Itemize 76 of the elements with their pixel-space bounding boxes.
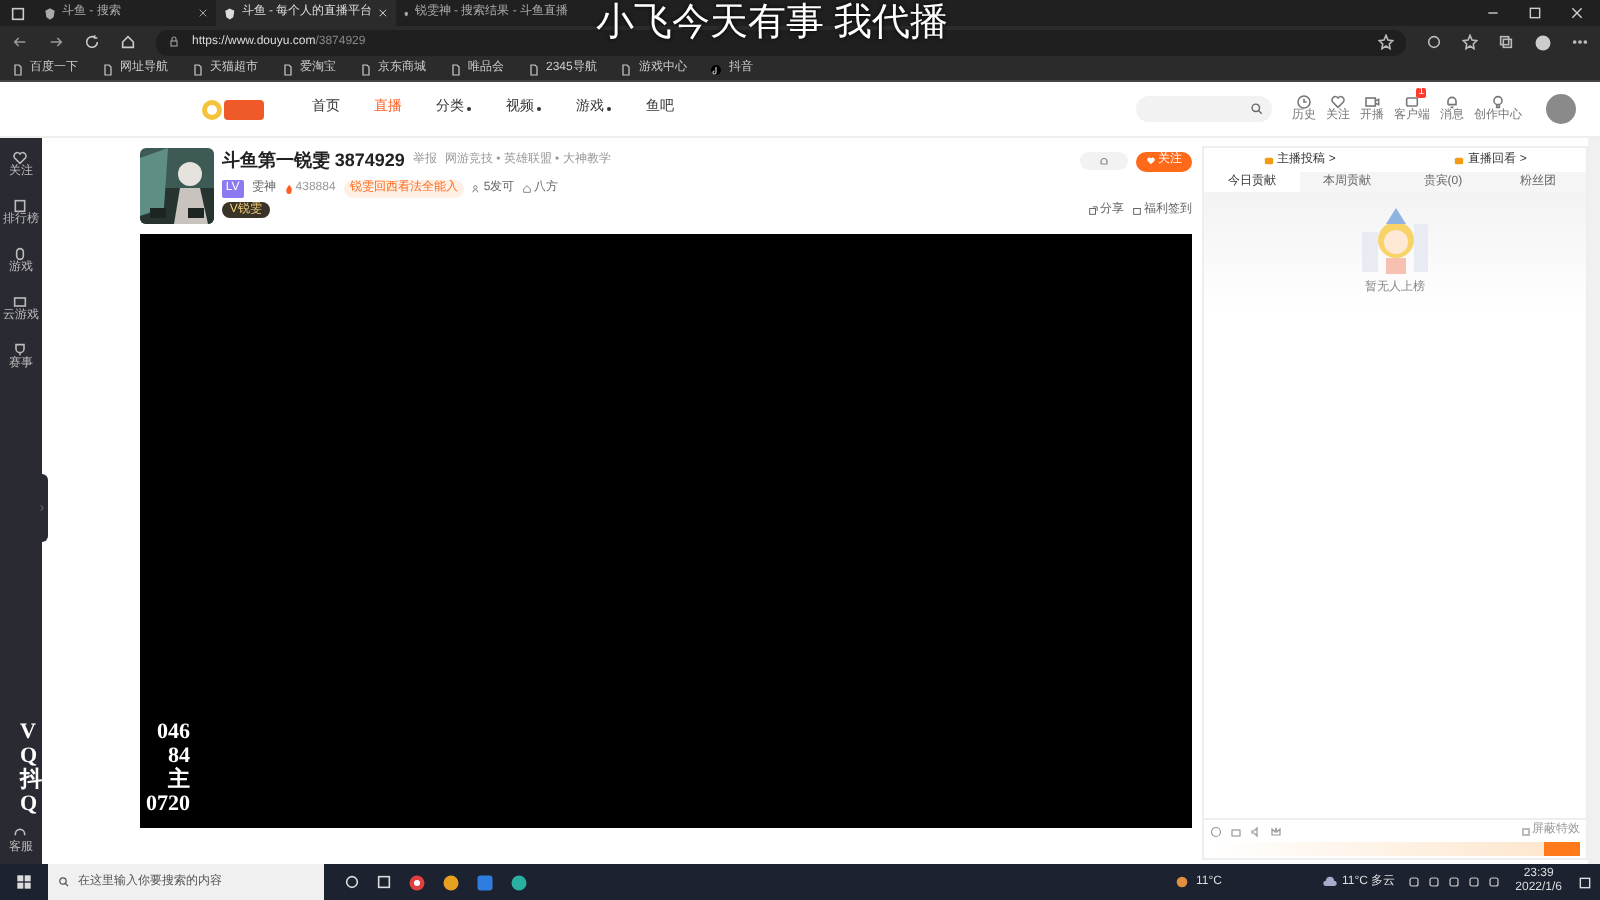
more-icon[interactable] [1572, 34, 1588, 50]
collections-icon[interactable] [1498, 34, 1514, 50]
screen-icon [1404, 94, 1420, 110]
send-button[interactable] [1544, 842, 1581, 856]
shield-icon [44, 7, 56, 19]
maximize-icon[interactable] [1528, 6, 1542, 20]
home-icon [522, 183, 533, 193]
heart-icon [12, 150, 29, 166]
logo-drawing[interactable] [200, 95, 268, 123]
checkbox[interactable] [1522, 827, 1531, 835]
star-icon[interactable] [1378, 34, 1394, 50]
profile-icon[interactable] [1534, 33, 1552, 51]
bulb-icon [1490, 94, 1506, 110]
lock-icon [168, 36, 180, 48]
overlay-text: V [20, 720, 36, 744]
overlay-text: 抖 [20, 768, 42, 792]
refresh-icon[interactable] [84, 34, 100, 50]
page-icon [620, 63, 633, 75]
page-icon [282, 63, 294, 75]
overlay-text: 主 [168, 768, 190, 792]
close-icon[interactable] [1570, 6, 1584, 20]
bell-icon [1444, 94, 1460, 110]
video-icon [1454, 155, 1465, 165]
scrollbar[interactable] [1588, 138, 1600, 864]
windows-icon[interactable] [16, 874, 32, 890]
emoji-icon[interactable] [1210, 825, 1223, 837]
overlay-text: 046 [157, 720, 190, 744]
extension-icon[interactable] [1426, 34, 1442, 50]
task-view-icon[interactable] [344, 874, 360, 890]
page-icon [102, 63, 114, 75]
sun-icon [1174, 874, 1191, 890]
overlay-text: Q [20, 744, 38, 768]
notification-icon[interactable] [1578, 875, 1592, 889]
crown-icon[interactable] [1270, 825, 1283, 837]
share-icon [1088, 205, 1099, 215]
page-icon [528, 63, 540, 75]
edge-icon[interactable] [510, 873, 528, 891]
trophy-icon [12, 342, 29, 358]
flame-icon [283, 183, 294, 193]
chevron-icon [37, 502, 45, 514]
heart-icon [1330, 94, 1346, 110]
overlay-text: Q [20, 792, 38, 816]
minimize-icon[interactable] [1486, 6, 1500, 20]
bell-icon [1098, 155, 1111, 168]
calendar-icon [1132, 205, 1143, 215]
shield-icon [224, 7, 236, 19]
list-icon [12, 198, 29, 214]
upload-icon [1263, 155, 1274, 165]
room-title: 斗鱼第一锐雯 3874929 [221, 148, 405, 174]
avatar[interactable] [1546, 94, 1576, 124]
gamepad-icon [12, 294, 29, 310]
forward-icon[interactable] [48, 34, 64, 50]
search-field[interactable] [1136, 96, 1272, 122]
page-icon [192, 63, 204, 75]
note-icon [710, 63, 723, 75]
overlay-text: 0720 [146, 792, 190, 816]
close-icon[interactable] [198, 8, 208, 18]
speaker-icon[interactable] [1250, 825, 1263, 837]
home-icon[interactable] [120, 34, 136, 50]
overlay-text: 84 [168, 744, 190, 768]
star-icon[interactable] [1462, 34, 1478, 50]
heart-icon [1146, 156, 1157, 167]
page-icon [360, 63, 372, 75]
chrome-icon[interactable] [408, 873, 426, 891]
search-icon [58, 876, 70, 888]
cloud-icon [1322, 874, 1338, 890]
grid-icon[interactable] [376, 874, 392, 890]
page-icon [450, 63, 462, 75]
tab-actions-icon[interactable] [10, 5, 26, 21]
camera-icon [1364, 94, 1380, 110]
mouse-icon [12, 246, 29, 262]
history-icon [1296, 94, 1312, 110]
page-icon [12, 63, 24, 75]
users-icon [471, 183, 482, 193]
search-icon [1250, 102, 1264, 116]
back-icon[interactable] [12, 34, 28, 50]
